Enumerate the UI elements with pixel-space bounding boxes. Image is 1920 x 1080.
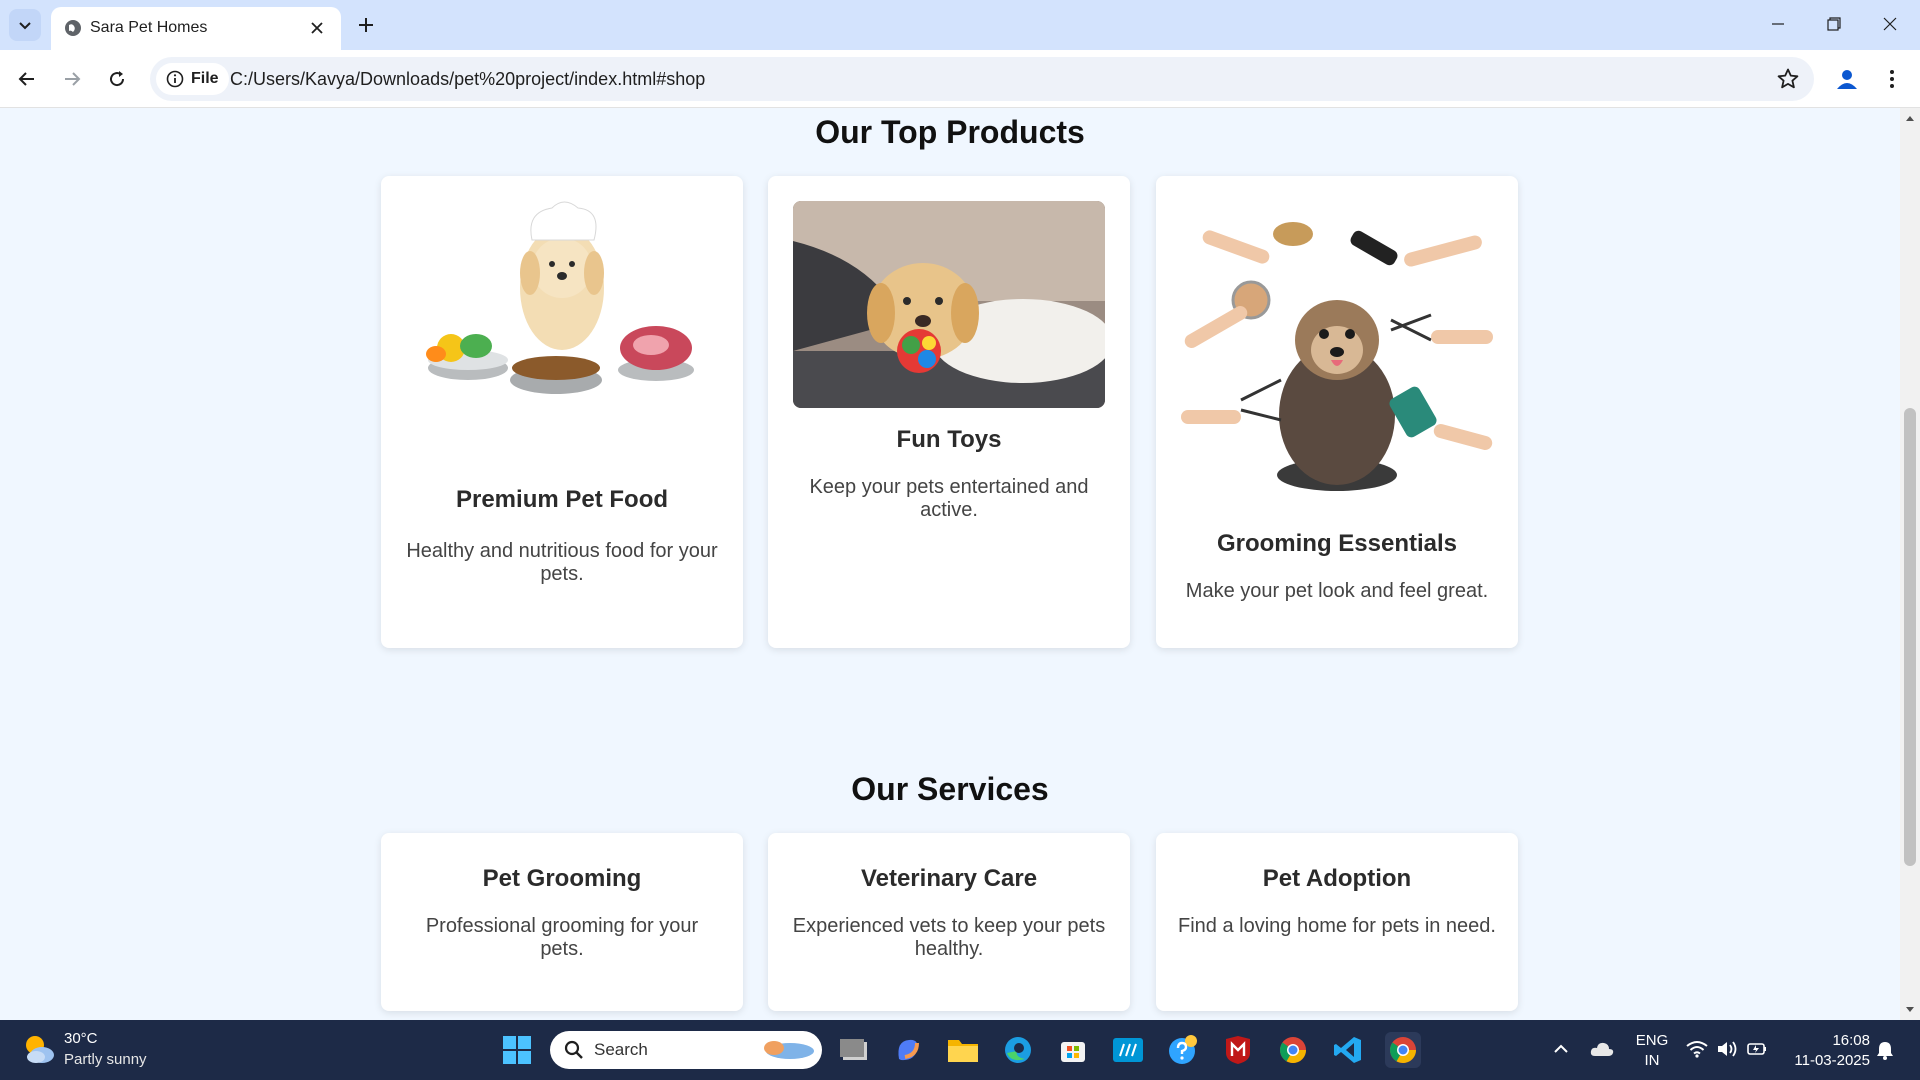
edge-browser-icon[interactable] <box>1000 1032 1036 1068</box>
product-description: Make your pet look and feel great. <box>1185 580 1489 602</box>
scroll-thumb[interactable] <box>1904 408 1916 866</box>
site-info-label: File <box>191 70 219 87</box>
product-card-grooming[interactable]: Grooming Essentials Make your pet look a… <box>1156 176 1518 648</box>
tab-title: Sara Pet Homes <box>90 19 208 36</box>
copilot-icon[interactable] <box>890 1032 926 1068</box>
get-help-icon[interactable] <box>1165 1032 1201 1068</box>
clock-date[interactable]: 11-03-2025 <box>1780 1052 1870 1069</box>
tab-search-button[interactable] <box>9 9 41 41</box>
forward-button[interactable] <box>56 63 88 95</box>
microsoft-store-icon[interactable] <box>1055 1032 1091 1068</box>
pet-food-image <box>406 198 718 410</box>
close-icon <box>1883 17 1897 31</box>
search-highlight-icon <box>764 1041 814 1059</box>
chrome-active-icon[interactable] <box>1385 1032 1421 1068</box>
bookmark-star-icon[interactable] <box>1776 67 1800 91</box>
service-card-adoption[interactable]: Pet Adoption Find a loving home for pets… <box>1156 833 1518 1011</box>
products-heading: Our Top Products <box>815 114 1085 150</box>
page-viewport: Our Top Products Premium Pet Food Health… <box>0 108 1900 1020</box>
browser-menu-button[interactable] <box>1880 63 1904 95</box>
taskbar-search[interactable]: Search <box>550 1031 822 1069</box>
arrow-left-icon <box>18 72 34 86</box>
product-description: Keep your pets entertained and active. <box>809 476 1089 521</box>
weather-description[interactable]: Partly sunny <box>64 1051 147 1068</box>
weather-temperature[interactable]: 30°C <box>64 1030 98 1047</box>
scroll-down-icon[interactable] <box>1905 1004 1915 1014</box>
product-card-toys[interactable]: Fun Toys Keep your pets entertained and … <box>768 176 1130 648</box>
file-explorer-icon[interactable] <box>945 1032 981 1068</box>
chevron-down-icon <box>19 22 31 30</box>
product-card-food[interactable]: Premium Pet Food Healthy and nutritious … <box>381 176 743 648</box>
grooming-image <box>1181 200 1493 505</box>
service-description: Experienced vets to keep your pets healt… <box>792 915 1106 960</box>
restore-button[interactable] <box>1806 0 1862 48</box>
mcafee-icon[interactable] <box>1220 1032 1256 1068</box>
vscode-icon[interactable] <box>1330 1032 1366 1068</box>
arrow-right-icon <box>65 72 81 86</box>
address-bar[interactable]: File C:/Users/Kavya/Downloads/pet%20proj… <box>150 57 1814 101</box>
more-vertical-icon <box>1890 70 1894 88</box>
battery-icon[interactable] <box>1746 1040 1768 1058</box>
service-description: Professional grooming for your pets. <box>425 915 699 960</box>
site-info-chip[interactable]: File <box>156 63 229 95</box>
service-card-veterinary[interactable]: Veterinary Care Experienced vets to keep… <box>768 833 1130 1011</box>
close-window-button[interactable] <box>1862 0 1918 48</box>
volume-icon[interactable] <box>1716 1040 1738 1058</box>
new-tab-button[interactable] <box>352 11 380 39</box>
restore-icon <box>1827 17 1841 31</box>
minimize-button[interactable] <box>1750 0 1806 48</box>
page-scrollbar[interactable] <box>1900 108 1920 1020</box>
tab-close-icon[interactable] <box>305 16 329 40</box>
profile-avatar[interactable] <box>1831 63 1863 95</box>
reload-icon <box>110 71 125 87</box>
product-title: Premium Pet Food <box>455 486 669 513</box>
weather-partly-sunny-icon[interactable] <box>22 1032 56 1066</box>
person-icon <box>1837 70 1857 89</box>
onedrive-cloud-icon[interactable] <box>1590 1040 1614 1058</box>
reload-button[interactable] <box>101 63 133 95</box>
language-indicator[interactable]: ENG <box>1634 1032 1670 1049</box>
notification-bell-icon[interactable] <box>1876 1040 1894 1060</box>
browser-toolbar: File C:/Users/Kavya/Downloads/pet%20proj… <box>0 50 1920 108</box>
globe-icon <box>65 20 81 36</box>
scroll-up-icon[interactable] <box>1905 114 1915 124</box>
region-indicator[interactable]: IN <box>1634 1052 1670 1069</box>
chrome-icon[interactable] <box>1275 1032 1311 1068</box>
wifi-icon[interactable] <box>1686 1040 1708 1058</box>
myhp-icon[interactable] <box>1110 1032 1146 1068</box>
product-title: Fun Toys <box>896 426 1002 453</box>
info-icon <box>166 70 184 88</box>
plus-icon <box>359 18 373 32</box>
task-view-icon[interactable] <box>836 1032 872 1068</box>
service-title: Pet Adoption <box>1262 865 1412 892</box>
service-description: Find a loving home for pets in need. <box>1178 915 1496 937</box>
service-card-grooming[interactable]: Pet Grooming Professional grooming for y… <box>381 833 743 1011</box>
tab-active[interactable]: Sara Pet Homes <box>51 7 341 50</box>
url-text[interactable]: C:/Users/Kavya/Downloads/pet%20project/i… <box>230 69 705 90</box>
service-title: Pet Grooming <box>482 865 642 892</box>
search-label: Search <box>594 1040 648 1059</box>
fun-toys-image <box>793 201 1105 408</box>
chevron-up-icon[interactable] <box>1553 1042 1569 1056</box>
service-title: Veterinary Care <box>860 865 1038 892</box>
back-button[interactable] <box>11 63 43 95</box>
taskbar: 30°C Partly sunny Search ENG IN 16:08 11… <box>0 1020 1920 1080</box>
product-title: Grooming Essentials <box>1216 530 1458 557</box>
windows-start-icon[interactable] <box>502 1035 532 1065</box>
clock-time[interactable]: 16:08 <box>1786 1032 1870 1049</box>
tab-strip: Sara Pet Homes <box>0 0 1920 50</box>
services-heading: Our Services <box>851 771 1049 807</box>
minimize-icon <box>1772 23 1784 25</box>
search-icon <box>564 1040 583 1059</box>
product-description: Healthy and nutritious food for your pet… <box>406 540 718 585</box>
